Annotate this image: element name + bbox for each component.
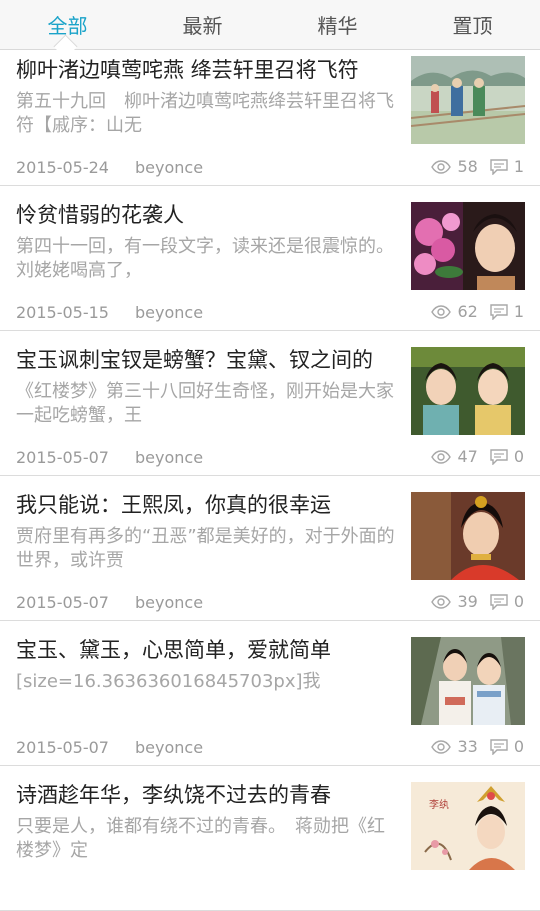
eye-icon — [431, 304, 452, 319]
article-stats: 33 0 — [431, 737, 524, 756]
article-author: beyonce — [135, 158, 204, 177]
comment-count: 0 — [513, 592, 524, 611]
article-date: 2015-05-07 — [16, 738, 109, 757]
article-title: 宝玉、黛玉，心思简单，爱就简单 — [16, 638, 331, 662]
tab-latest[interactable]: 最新 — [135, 0, 270, 49]
article-title: 柳叶渚边嗔莺咤燕 绛芸轩里召将飞符 — [16, 58, 359, 82]
view-count: 47 — [457, 447, 478, 466]
article-list[interactable]: 柳叶渚边嗔莺咤燕 绛芸轩里召将飞符 第五十九回 柳叶渚边嗔莺咤燕绛芸轩里召将飞符… — [0, 50, 540, 911]
comment-icon — [490, 738, 508, 755]
article-thumbnail[interactable] — [411, 492, 525, 580]
comment-icon — [490, 303, 508, 320]
view-count: 62 — [457, 302, 478, 321]
article-author: beyonce — [135, 593, 204, 612]
list-item[interactable]: 柳叶渚边嗔莺咤燕 绛芸轩里召将飞符 第五十九回 柳叶渚边嗔莺咤燕绛芸轩里召将飞符… — [0, 50, 540, 186]
article-summary: [size=16.363636016845703px]我 — [16, 671, 321, 692]
article-thumbnail[interactable] — [411, 347, 525, 435]
article-stats: 58 1 — [431, 157, 524, 176]
tab-featured[interactable]: 精华 — [270, 0, 405, 49]
list-item[interactable]: 宝玉讽刺宝钗是螃蟹？宝黛、钗之间的 《红楼梦》第三十八回好生奇怪，刚开始是大家一… — [0, 331, 540, 476]
article-date: 2015-05-24 — [16, 158, 109, 177]
article-title: 我只能说：王熙凤，你真的很幸运 — [16, 493, 331, 517]
eye-icon — [431, 159, 452, 174]
comment-count: 1 — [513, 157, 524, 176]
view-count: 33 — [457, 737, 478, 756]
article-title: 宝玉讽刺宝钗是螃蟹？宝黛、钗之间的 — [16, 348, 373, 372]
list-item[interactable]: 怜贫惜弱的花袭人 第四十一回，有一段文字，读来还是很震惊的。刘姥姥喝高了， 20… — [0, 186, 540, 331]
article-stats: 62 1 — [431, 302, 524, 321]
eye-icon — [431, 594, 452, 609]
article-thumbnail[interactable] — [411, 56, 525, 144]
article-title: 诗酒趁年华，李纨饶不过去的青春 — [16, 783, 331, 807]
eye-icon — [431, 449, 452, 464]
article-date: 2015-05-15 — [16, 303, 109, 322]
article-date: 2015-05-07 — [16, 593, 109, 612]
list-item[interactable]: 诗酒趁年华，李纨饶不过去的青春 只要是人，谁都有绕不过的青春。 蒋勋把《红楼梦》… — [0, 766, 540, 911]
comment-icon — [490, 158, 508, 175]
view-count: 39 — [457, 592, 478, 611]
article-author: beyonce — [135, 303, 204, 322]
article-summary: 贾府里有再多的“丑恶”都是美好的，对于外面的世界，或许贾 — [16, 526, 395, 571]
article-title: 怜贫惜弱的花袭人 — [16, 203, 184, 227]
article-stats: 47 0 — [431, 447, 524, 466]
tab-pinned[interactable]: 置顶 — [405, 0, 540, 49]
comment-icon — [490, 593, 508, 610]
article-thumbnail[interactable] — [411, 202, 525, 290]
view-count: 58 — [457, 157, 478, 176]
article-author: beyonce — [135, 738, 204, 757]
comment-count: 0 — [513, 447, 524, 466]
article-date: 2015-05-07 — [16, 448, 109, 467]
comment-count: 0 — [513, 737, 524, 756]
comment-icon — [490, 448, 508, 465]
eye-icon — [431, 739, 452, 754]
article-summary: 第四十一回，有一段文字，读来还是很震惊的。刘姥姥喝高了， — [16, 236, 394, 281]
article-stats: 39 0 — [431, 592, 524, 611]
tab-bar: 全部 最新 精华 置顶 — [0, 0, 540, 50]
comment-count: 1 — [513, 302, 524, 321]
list-item[interactable]: 我只能说：王熙凤，你真的很幸运 贾府里有再多的“丑恶”都是美好的，对于外面的世界… — [0, 476, 540, 621]
article-summary: 第五十九回 柳叶渚边嗔莺咤燕绛芸轩里召将飞符【戚序：山无 — [16, 91, 394, 136]
article-thumbnail[interactable]: 李纨 — [411, 782, 525, 870]
article-thumbnail[interactable] — [411, 637, 525, 725]
article-summary: 《红楼梦》第三十八回好生奇怪，刚开始是大家一起吃螃蟹，王 — [16, 381, 394, 426]
svg-text:李纨: 李纨 — [429, 798, 449, 811]
article-author: beyonce — [135, 448, 204, 467]
list-item[interactable]: 宝玉、黛玉，心思简单，爱就简单 [size=16.363636016845703… — [0, 621, 540, 766]
